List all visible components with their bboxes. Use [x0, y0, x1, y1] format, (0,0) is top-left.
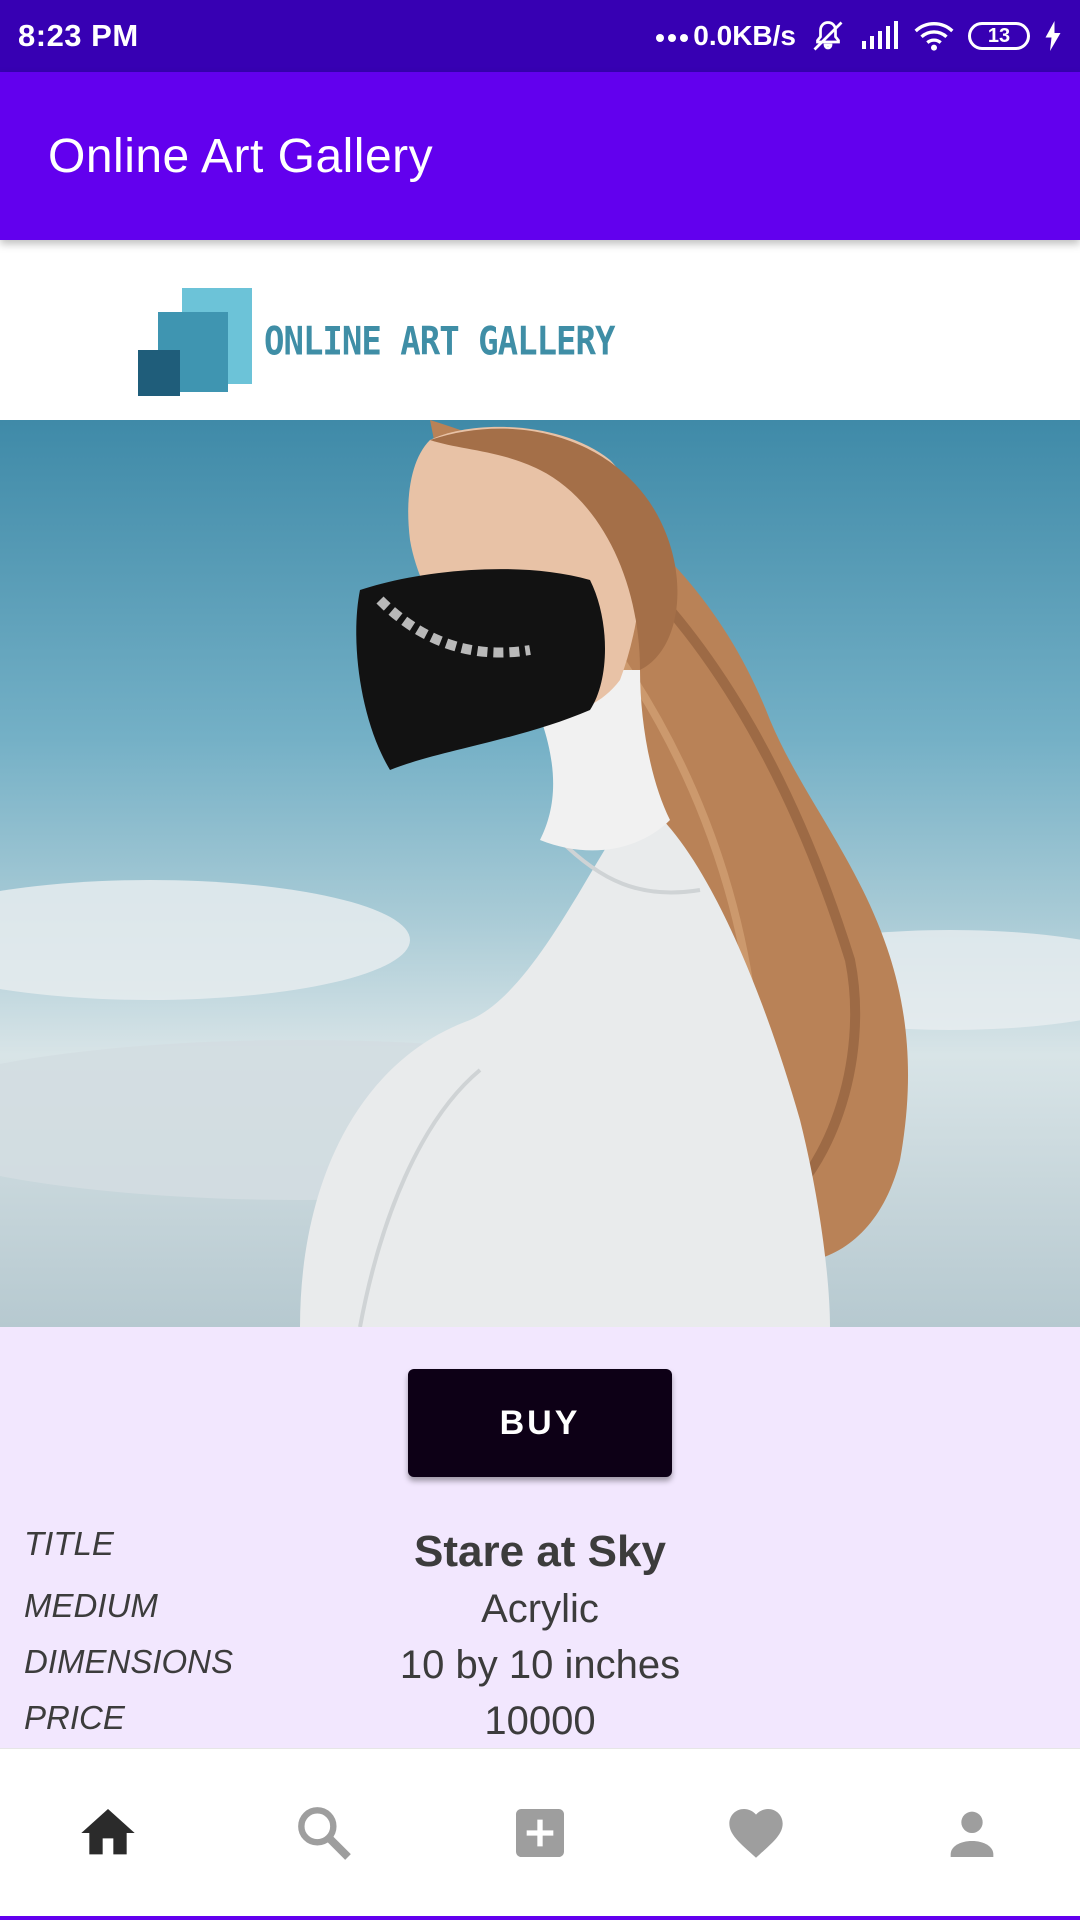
wifi-icon — [914, 21, 954, 51]
title-value: Stare at Sky — [414, 1527, 666, 1576]
status-time: 8:23 PM — [18, 18, 139, 53]
status-icons: 0.0KB/s 13 — [655, 18, 1062, 54]
buy-button[interactable]: BUY — [408, 1369, 672, 1477]
charging-icon — [1044, 21, 1062, 51]
bottom-navigation — [0, 1748, 1080, 1916]
battery-level: 13 — [987, 24, 1011, 47]
nav-home[interactable] — [48, 1773, 168, 1893]
medium-label: MEDIUM — [24, 1587, 158, 1624]
price-label: PRICE — [24, 1699, 125, 1736]
logo-banner: ONLINE ART GALLERY — [0, 240, 1080, 420]
nav-favorites[interactable] — [696, 1773, 816, 1893]
network-speed: 0.0KB/s — [693, 20, 796, 51]
person-icon — [950, 1811, 994, 1857]
artwork-photo — [0, 420, 1080, 1327]
dimensions-value: 10 by 10 inches — [399, 1643, 681, 1687]
dimensions-label: DIMENSIONS — [24, 1643, 234, 1680]
battery-icon: 13 — [968, 22, 1030, 50]
home-icon — [81, 1808, 135, 1854]
logo-text: ONLINE ART GALLERY — [264, 319, 615, 365]
artwork-image — [0, 420, 1080, 1327]
price-value: 10000 — [484, 1699, 596, 1743]
more-dots-icon — [655, 30, 691, 42]
heart-icon — [729, 1808, 783, 1858]
app-title: Online Art Gallery — [48, 129, 434, 183]
status-bar: 8:23 PM 0.0KB/s 13 — [0, 0, 1080, 72]
app-bar: Online Art Gallery — [0, 72, 1080, 240]
mute-bell-icon — [810, 18, 846, 54]
nav-search[interactable] — [264, 1773, 384, 1893]
search-icon — [298, 1806, 351, 1860]
nav-add[interactable] — [480, 1773, 600, 1893]
artwork-details-panel: BUY TITLE Stare at Sky MEDIUM Acrylic DI… — [0, 1327, 1080, 1748]
title-label: TITLE — [24, 1525, 114, 1562]
medium-value: Acrylic — [481, 1587, 599, 1631]
add-box-icon — [516, 1808, 564, 1857]
nav-profile[interactable] — [912, 1773, 1032, 1893]
signal-icon — [860, 21, 900, 51]
bottom-accent-line — [0, 1916, 1080, 1920]
